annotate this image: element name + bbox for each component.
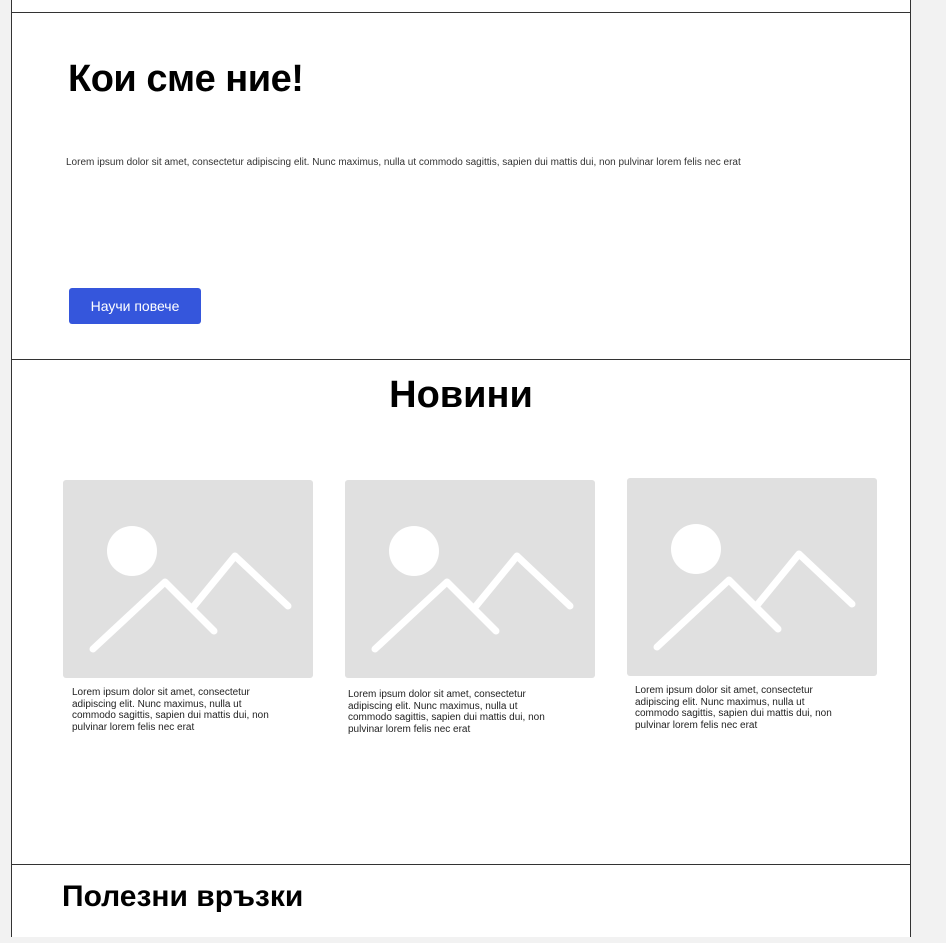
page-frame bbox=[11, 0, 911, 937]
news-card-image-icon[interactable] bbox=[63, 480, 313, 678]
about-text: Lorem ipsum dolor sit amet, consectetur … bbox=[66, 157, 741, 168]
news-title: Новини bbox=[389, 374, 533, 416]
news-card-image-icon[interactable] bbox=[345, 480, 595, 678]
learn-more-button[interactable]: Научи повече bbox=[69, 288, 201, 324]
useful-links-title: Полезни връзки bbox=[62, 880, 304, 913]
news-card-text: Lorem ipsum dolor sit amet, consectetur … bbox=[72, 687, 269, 733]
about-title: Кои сме ние! bbox=[68, 58, 304, 100]
news-card-image-icon[interactable] bbox=[627, 478, 877, 676]
section-divider bbox=[11, 864, 911, 865]
section-divider bbox=[11, 12, 911, 13]
page-canvas: Кои сме ние! Lorem ipsum dolor sit amet,… bbox=[0, 0, 946, 943]
news-card-text: Lorem ipsum dolor sit amet, consectetur … bbox=[635, 685, 832, 731]
section-divider bbox=[11, 359, 911, 360]
news-card-text: Lorem ipsum dolor sit amet, consectetur … bbox=[348, 689, 545, 735]
